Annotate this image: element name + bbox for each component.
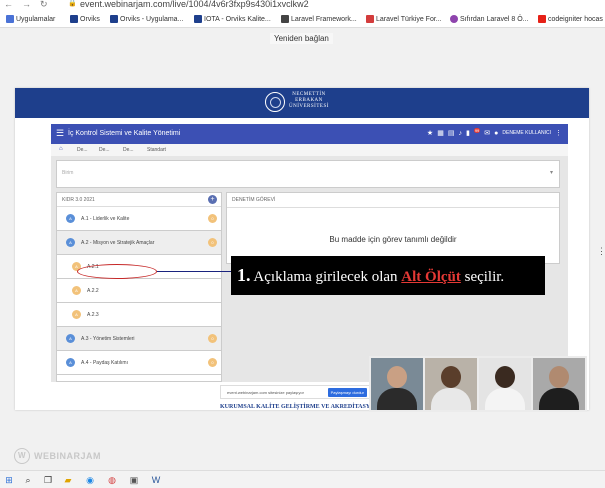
item-marker-icon: A xyxy=(66,358,75,367)
webinarjam-logo: W WEBINARJAM xyxy=(14,448,101,464)
bookmark-orviks[interactable]: Orviks xyxy=(70,15,100,23)
youtube-icon xyxy=(538,15,546,23)
tree-item[interactable]: A A.1 - Liderlik ve Kalite 0 xyxy=(57,207,221,231)
count-badge: 0 xyxy=(208,358,217,367)
participant-video[interactable] xyxy=(479,358,531,410)
notification-badge: 99 xyxy=(473,127,481,133)
grid-icon[interactable]: ▦ xyxy=(437,129,444,137)
stop-sharing-button[interactable]: Paylaşmayı durdur xyxy=(327,388,367,397)
bookmark-codeigniter[interactable]: codeigniter hocas xyxy=(538,15,603,23)
webinarjam-w-icon: W xyxy=(14,448,30,464)
table-icon[interactable]: ▤ xyxy=(448,129,455,137)
empty-message: Bu madde için görev tanımlı değildir xyxy=(329,235,457,244)
item-marker-icon: A xyxy=(72,286,81,295)
audit-task-panel: DENETİM GÖREVİ Bu madde için görev tanım… xyxy=(226,192,560,264)
count-badge: 0 xyxy=(208,238,217,247)
more-vert-icon[interactable]: ⋮ xyxy=(597,246,605,257)
tree-item[interactable]: A A.4 - Paydaş Katılımı 0 xyxy=(57,351,221,375)
bookmark-sifirdan-laravel[interactable]: Sıfırdan Laravel 8 Ö... xyxy=(450,15,528,23)
instruction-callout: 1. Açıklama girilecek olan Alt Ölçüt seç… xyxy=(231,256,545,295)
tree-subitem[interactable]: A A.2.3 xyxy=(57,303,221,327)
participant-video[interactable] xyxy=(425,358,477,410)
more-vert-icon[interactable]: ⋮ xyxy=(555,129,562,137)
bell-icon[interactable]: ♪ xyxy=(458,130,462,137)
annotation-arrow xyxy=(157,271,233,272)
item-marker-icon: A xyxy=(66,334,75,343)
laravel-icon xyxy=(281,15,289,23)
divider xyxy=(227,207,559,208)
app-topbar: ☰ İç Kontrol Sistemi ve Kalite Yönetimi … xyxy=(51,124,568,144)
folder-icon[interactable]: ▮ xyxy=(466,129,470,137)
count-badge: 0 xyxy=(208,334,217,343)
bookmark-laravel-framework[interactable]: Laravel Framework... xyxy=(281,15,357,23)
orviks-icon xyxy=(70,15,78,23)
university-seal-icon xyxy=(265,92,285,112)
bookmarks-bar: Uygulamalar Orviks Orviks - Uygulama... … xyxy=(0,11,605,28)
forward-icon[interactable]: → xyxy=(22,0,31,9)
breadcrumb-item[interactable]: De... xyxy=(123,147,134,153)
chrome-icon[interactable]: ◍ xyxy=(106,474,118,486)
laravel-tr-icon xyxy=(366,15,374,23)
file-explorer-icon[interactable]: ▰ xyxy=(62,474,74,486)
criteria-tree: KIDR 3.0 2021 + A A.1 - Liderlik ve Kali… xyxy=(56,192,222,382)
edge-icon[interactable]: ◉ xyxy=(84,474,96,486)
user-name[interactable]: DENEME KULLANICI xyxy=(502,130,551,136)
item-marker-icon: A xyxy=(66,214,75,223)
store-icon[interactable]: ▣ xyxy=(128,474,140,486)
footer-banner: KURUMSAL KALİTE GELİŞTİRME VE AKREDİTASY… xyxy=(220,404,380,410)
screen-share-bar: event.webinarjam.com sitesinize paylaşıy… xyxy=(220,385,370,399)
course-icon xyxy=(450,15,458,23)
participant-videos xyxy=(369,356,587,412)
topbar-icons: ★ ▦ ▤ ♪ ▮ 99 ✉ ● DENEME KULLANICI ⋮ xyxy=(427,127,562,137)
user-icon[interactable]: ● xyxy=(494,130,498,137)
orviks-icon xyxy=(110,15,118,23)
unit-select[interactable]: Birim ▾ xyxy=(56,160,560,188)
tree-item[interactable]: A A.2 - Misyon ve Stratejik Amaçlar 0 xyxy=(57,231,221,255)
bookmark-iota[interactable]: IOTA - Orviks Kalite... xyxy=(194,15,271,23)
shared-app-screen: ☰ İç Kontrol Sistemi ve Kalite Yönetimi … xyxy=(51,124,568,382)
address-bar: ← → ↻ 🔒 event.webinarjam.com/live/1004/4… xyxy=(0,0,605,11)
bookmark-orviks-app[interactable]: Orviks - Uygulama... xyxy=(110,15,183,23)
breadcrumb-item[interactable]: De... xyxy=(77,147,88,153)
highlight-oval xyxy=(77,264,157,279)
lock-icon: 🔒 xyxy=(68,0,77,7)
participant-video[interactable] xyxy=(371,358,423,410)
breadcrumb-item[interactable]: De... xyxy=(99,147,110,153)
mail-icon[interactable]: ✉ xyxy=(484,129,490,137)
breadcrumb-item[interactable]: Standart xyxy=(147,147,166,153)
tree-header: KIDR 3.0 2021 + xyxy=(57,193,221,207)
back-icon[interactable]: ← xyxy=(4,0,13,9)
reload-icon[interactable]: ↻ xyxy=(40,0,48,10)
hamburger-icon[interactable]: ☰ xyxy=(56,128,64,139)
app-title: İç Kontrol Sistemi ve Kalite Yönetimi xyxy=(68,130,181,137)
star-icon[interactable]: ★ xyxy=(427,129,433,137)
iota-icon xyxy=(194,15,202,23)
bookmark-apps[interactable]: Uygulamalar xyxy=(6,15,55,23)
count-badge: 0 xyxy=(208,214,217,223)
panel-title: DENETİM GÖREVİ xyxy=(232,197,276,203)
reconnect-button[interactable]: Yeniden bağlan xyxy=(270,33,333,44)
task-view-icon[interactable]: ❐ xyxy=(42,474,54,486)
breadcrumb: ⌂ De... De... De... Standart xyxy=(51,144,568,156)
tree-subitem[interactable]: A A.2.2 xyxy=(57,279,221,303)
university-banner: NECMETTİN ERBAKAN ÜNİVERSİTESİ xyxy=(15,88,589,118)
search-icon[interactable]: ⌕ xyxy=(22,474,34,486)
bookmark-laravel-turkiye[interactable]: Laravel Türkiye For... xyxy=(366,15,442,23)
university-name: NECMETTİN ERBAKAN ÜNİVERSİTESİ xyxy=(289,92,329,109)
windows-start-icon[interactable]: ⊞ xyxy=(3,474,15,486)
url-field[interactable]: event.webinarjam.com/live/1004/4v6r3fxp9… xyxy=(80,0,309,9)
participant-video[interactable] xyxy=(533,358,585,410)
tree-item[interactable]: A A.3 - Yönetim Sistemleri 0 xyxy=(57,327,221,351)
chevron-down-icon: ▾ xyxy=(549,170,553,176)
apps-grid-icon xyxy=(6,15,14,23)
item-marker-icon: A xyxy=(66,238,75,247)
home-icon[interactable]: ⌂ xyxy=(59,146,63,152)
item-marker-icon: A xyxy=(72,310,81,319)
add-icon[interactable]: + xyxy=(208,195,217,204)
word-icon[interactable]: W xyxy=(150,474,162,486)
taskbar: ⊞ ⌕ ❐ ▰ ◉ ◍ ▣ W xyxy=(0,470,605,488)
